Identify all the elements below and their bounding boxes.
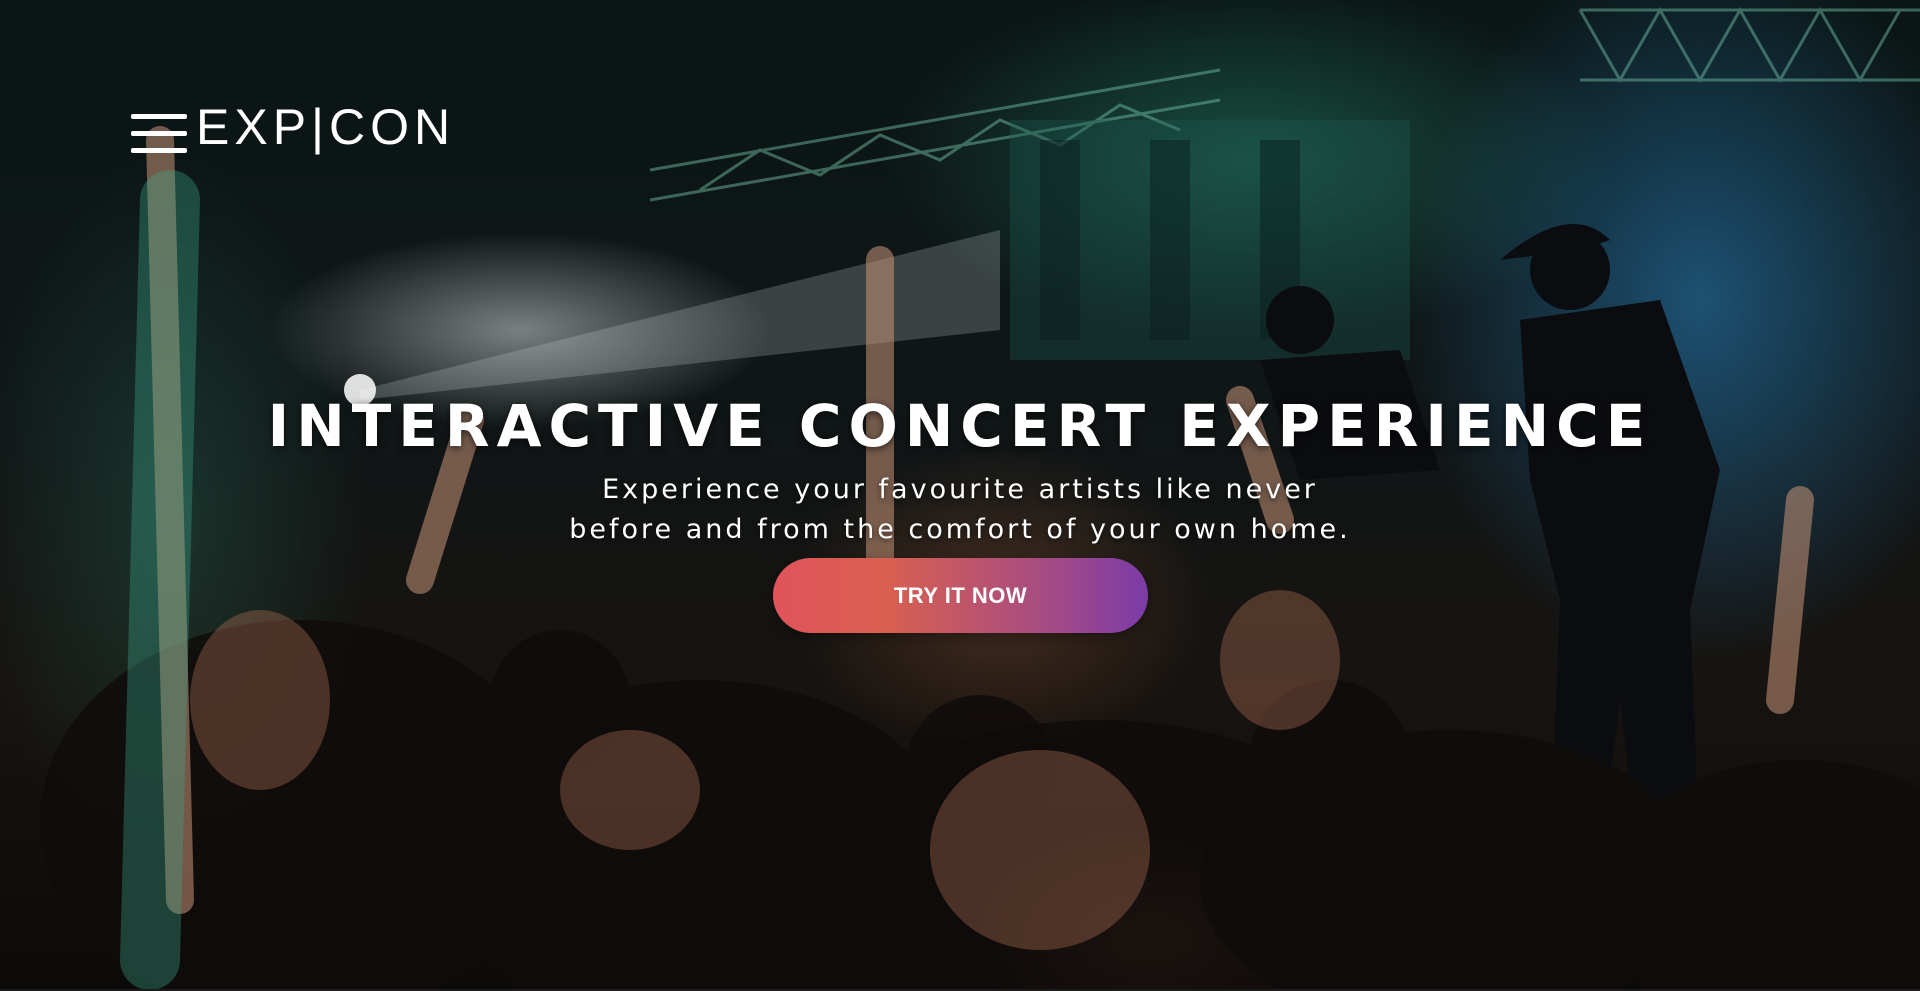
menu-bar-top — [131, 114, 187, 119]
hero-content: INTERACTIVE CONCERT EXPERIENCE Experienc… — [0, 390, 1920, 550]
hero-section: EXP|CON INTERACTIVE CONCERT EXPERIENCE E… — [0, 0, 1920, 991]
brand-logo[interactable]: EXP|CON — [196, 97, 455, 157]
try-it-now-button[interactable]: TRY IT NOW — [773, 558, 1148, 633]
hamburger-menu-icon[interactable] — [131, 114, 187, 154]
hero-subtitle: Experience your favourite artists like n… — [510, 470, 1410, 550]
hero-subtitle-line-1: Experience your favourite artists like n… — [602, 474, 1318, 505]
menu-bar-middle — [131, 131, 187, 136]
menu-bar-bottom — [131, 148, 187, 153]
hero-subtitle-line-2: before and from the comfort of your own … — [569, 514, 1351, 545]
hero-title: INTERACTIVE CONCERT EXPERIENCE — [267, 392, 1653, 460]
